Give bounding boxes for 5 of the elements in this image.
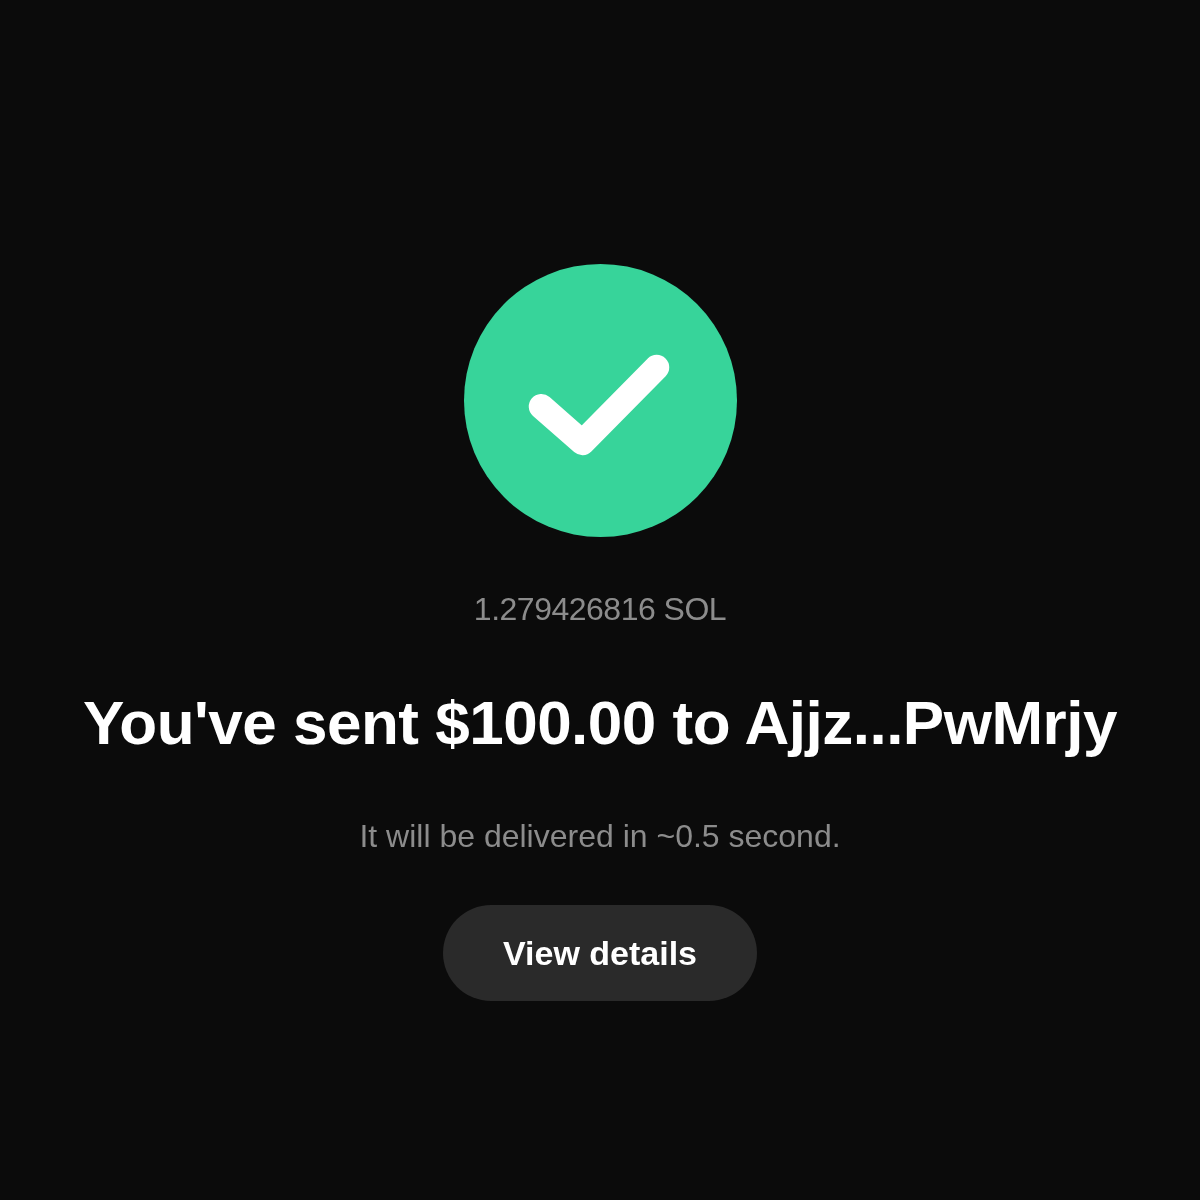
view-details-button[interactable]: View details	[443, 905, 757, 1001]
check-circle-icon	[463, 264, 737, 537]
amount-text: 1.279426816 SOL	[473, 590, 727, 629]
delivery-note: It will be delivered in ~0.5 second.	[359, 817, 841, 856]
confirmation-heading: You've sent $100.00 to Ajjz...PwMrjy	[83, 687, 1117, 759]
